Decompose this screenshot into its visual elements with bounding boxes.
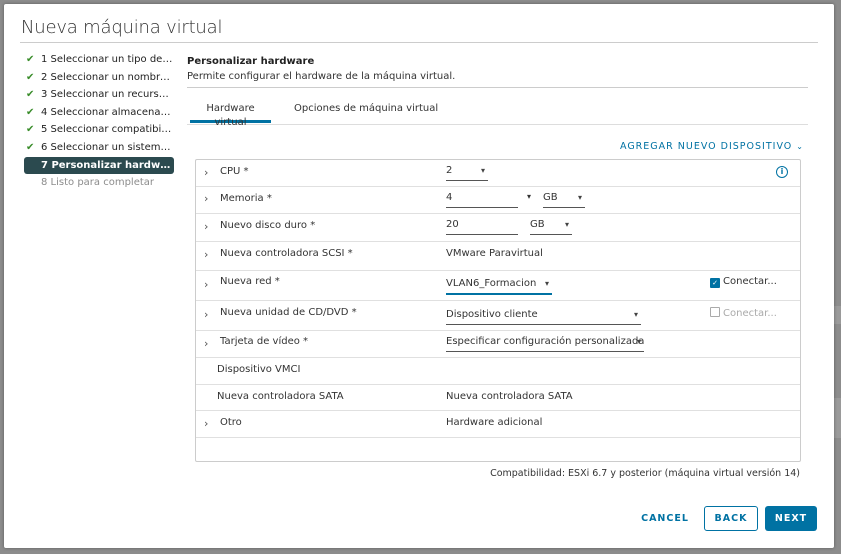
hw-row-disk: › Nuevo disco duro * 20 GB ▾ — [196, 213, 800, 242]
wizard-step-8: 8 Listo para completar — [41, 177, 155, 189]
scsi-label: Nueva controladora SCSI * — [220, 248, 353, 259]
hw-row-other: › Otro Hardware adicional — [196, 410, 800, 438]
expand-chevron-icon[interactable]: › — [204, 166, 208, 179]
cancel-button[interactable]: CANCEL — [639, 506, 691, 531]
memory-unit-select[interactable]: GB ▾ — [543, 191, 585, 208]
section-divider — [187, 87, 808, 88]
memory-label: Memoria * — [220, 193, 272, 204]
hw-row-sata: Nueva controladora SATA Nueva controlado… — [196, 384, 800, 411]
cddvd-select[interactable]: Dispositivo cliente ▾ — [446, 308, 641, 325]
checkmark-icon: ✔ — [26, 89, 35, 101]
expand-chevron-icon[interactable]: › — [204, 278, 208, 291]
cddvd-label: Nueva unidad de CD/DVD * — [220, 307, 357, 318]
add-new-device-button[interactable]: AGREGAR NUEVO DISPOSITIVO ⌄ — [620, 141, 803, 152]
hw-row-memory: › Memoria * 4 ▾ GB ▾ — [196, 186, 800, 214]
scsi-value: VMware Paravirtual — [446, 248, 543, 259]
wizard-step-7-current[interactable]: 7 Personalizar hardware — [24, 156, 174, 175]
checkmark-icon: ✔ — [26, 124, 35, 136]
video-label: Tarjeta de vídeo * — [220, 336, 309, 347]
chevron-down-icon[interactable]: ▾ — [527, 192, 531, 201]
background-window-edge — [834, 306, 841, 324]
dialog-title: Nueva máquina virtual — [21, 17, 223, 38]
wizard-steps: ✔ 1 Seleccionar un tipo de cr... ✔ 2 Selec… — [24, 51, 174, 192]
tab-bar: Hardware virtual Opciones de máquina vir… — [187, 102, 808, 128]
next-button[interactable]: NEXT — [765, 506, 817, 531]
hardware-table: › CPU * 2 ▾ i › Memoria * 4 ▾ GB ▾ › Nuevo… — [195, 159, 801, 462]
checkbox-empty-icon — [710, 307, 720, 317]
chevron-down-icon: ▾ — [577, 193, 582, 202]
hw-row-vmci: Dispositivo VMCI — [196, 357, 800, 385]
network-label: Nueva red * — [220, 276, 280, 287]
checkmark-icon: ✔ — [26, 71, 35, 83]
chevron-down-icon: ▾ — [564, 220, 569, 229]
hw-row-cddvd: › Nueva unidad de CD/DVD * Dispositivo c… — [196, 300, 800, 331]
wizard-step-6[interactable]: ✔ 6 Seleccionar un sistema o... — [24, 139, 174, 157]
video-select[interactable]: Especificar configuración personalizada ▾ — [446, 335, 644, 352]
info-icon[interactable]: i — [776, 166, 788, 178]
section-title: Personalizar hardware — [187, 56, 315, 67]
hw-row-cpu: › CPU * 2 ▾ i — [196, 160, 800, 187]
chevron-down-icon: ▾ — [480, 166, 485, 175]
expand-chevron-icon[interactable]: › — [204, 417, 208, 430]
wizard-step-4[interactable]: ✔ 4 Seleccionar almacenamie... — [24, 104, 174, 122]
sata-value: Nueva controladora SATA — [446, 391, 573, 402]
checkmark-icon: ✔ — [26, 54, 35, 65]
expand-chevron-icon[interactable]: › — [204, 192, 208, 205]
expand-chevron-icon[interactable]: › — [204, 308, 208, 321]
back-button[interactable]: BACK — [704, 506, 758, 531]
chevron-down-icon: ▾ — [544, 279, 549, 288]
disk-label: Nuevo disco duro * — [220, 220, 316, 231]
chevron-down-icon: ▾ — [633, 310, 638, 319]
cddvd-connect-checkbox[interactable]: Conectar... — [710, 307, 777, 319]
wizard-step-3[interactable]: ✔ 3 Seleccionar un recurso in... — [24, 86, 174, 104]
expand-chevron-icon[interactable]: › — [204, 220, 208, 233]
memory-input[interactable]: 4 — [446, 191, 518, 208]
expand-chevron-icon[interactable]: › — [204, 248, 208, 261]
other-value: Hardware adicional — [446, 417, 543, 428]
checkmark-icon: ✔ — [26, 141, 35, 153]
tab-vm-options[interactable]: Opciones de máquina virtual — [294, 102, 438, 120]
tab-hardware-virtual[interactable]: Hardware virtual — [190, 102, 271, 128]
background-window-edge — [834, 398, 841, 438]
checkmark-icon: ✔ — [26, 106, 35, 118]
wizard-step-1[interactable]: ✔ 1 Seleccionar un tipo de cr... — [24, 51, 174, 69]
hw-row-network: › Nueva red * VLAN6_Formacion ▾ ✓ Conectar… — [196, 270, 800, 301]
checkbox-checked-icon: ✓ — [710, 278, 720, 288]
cpu-count-select[interactable]: 2 ▾ — [446, 164, 488, 181]
other-label: Otro — [220, 417, 242, 428]
chevron-down-icon: ▾ — [636, 337, 641, 346]
step-content: Personalizar hardware Permite configurar… — [187, 52, 808, 479]
disk-size-input[interactable]: 20 — [446, 218, 518, 235]
vmci-label: Dispositivo VMCI — [217, 364, 301, 375]
wizard-step-2[interactable]: ✔ 2 Seleccionar un nombre y ... — [24, 69, 174, 87]
wizard-step-5[interactable]: ✔ 5 Seleccionar compatibilid... — [24, 121, 174, 139]
compatibility-text: Compatibilidad: ESXi 6.7 y posterior (má… — [490, 468, 800, 479]
network-connect-checkbox[interactable]: ✓ Conectar... — [710, 276, 777, 288]
disk-unit-select[interactable]: GB ▾ — [530, 218, 572, 235]
chevron-down-icon: ⌄ — [796, 142, 803, 151]
hw-row-video: › Tarjeta de vídeo * Especificar configu… — [196, 330, 800, 358]
section-description: Permite configurar el hardware de la máq… — [187, 71, 456, 82]
cpu-label: CPU * — [220, 166, 249, 177]
sata-label: Nueva controladora SATA — [217, 391, 344, 402]
title-divider — [20, 42, 818, 43]
network-select[interactable]: VLAN6_Formacion ▾ — [446, 277, 552, 295]
hw-row-scsi: › Nueva controladora SCSI * VMware Parav… — [196, 241, 800, 271]
expand-chevron-icon[interactable]: › — [204, 337, 208, 350]
new-vm-dialog: Nueva máquina virtual ✔ 1 Seleccionar un … — [4, 4, 834, 548]
